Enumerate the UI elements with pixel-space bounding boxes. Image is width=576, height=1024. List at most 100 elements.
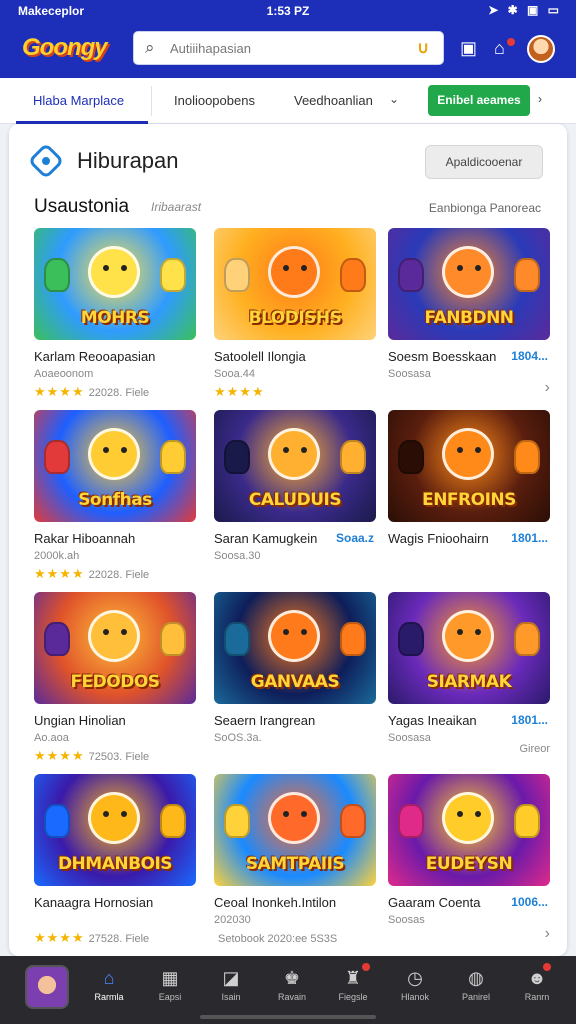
game-thumbnail[interactable]: MOHRS xyxy=(34,228,196,340)
game-logo-text: CALUDUIS xyxy=(248,490,342,510)
chevron-right-icon[interactable]: › xyxy=(538,92,542,106)
game-card[interactable]: SAMTPAIIS Ceoal Inonkeh.Intilon 202030 Seto… xyxy=(214,774,376,949)
nav-item-ravain[interactable]: ♚ Ravain xyxy=(263,966,321,1012)
nav-item-ranrn[interactable]: ☻ Ranrn xyxy=(508,966,566,1012)
game-title[interactable]: Gaaram Coenta xyxy=(388,895,481,910)
section-title: Usaustonia xyxy=(34,196,130,217)
game-card[interactable]: SIARMAK Yagas Ineaikan Soosasa 1801... Gireo… xyxy=(388,592,550,767)
character-face xyxy=(442,792,494,844)
game-card[interactable]: DHMANBOIS Kanaagra Hornosian ★★★★ 27528. Fi… xyxy=(34,774,196,949)
tab-marketplace[interactable]: Hlaba Marplace xyxy=(16,78,148,124)
character-figure xyxy=(224,440,250,474)
app-logo[interactable]: Goongy xyxy=(22,34,108,62)
game-title[interactable]: Wagis Fnioohairn xyxy=(388,531,489,546)
game-thumbnail[interactable]: EUDEYSN xyxy=(388,774,550,886)
game-card[interactable]: EUDEYSN Gaaram Coenta Soosas 1006... › xyxy=(388,774,550,949)
character-figure xyxy=(160,622,186,656)
game-logo-text: Sonfhas xyxy=(78,490,152,510)
card-extra-label[interactable]: Gireor xyxy=(519,743,550,755)
game-title[interactable]: Rakar Hiboannah xyxy=(34,531,135,546)
tab-bar: Hlaba Marplace Inolioopobens Veedhoanlia… xyxy=(0,78,576,124)
game-card[interactable]: FANBDNN Soesm Boesskaan Soosasa 1804... › xyxy=(388,228,550,403)
panel-action-button[interactable]: Apaldicooenar xyxy=(425,145,543,179)
content-panel: Hiburapan Apaldicooenar Usaustonia Iriba… xyxy=(9,124,567,956)
character-face xyxy=(88,246,140,298)
play-icon[interactable]: ▣ xyxy=(460,38,477,59)
game-logo-text: BLODISHS xyxy=(248,308,342,328)
game-thumbnail[interactable]: BLODISHS xyxy=(214,228,376,340)
game-card[interactable]: Sonfhas Rakar Hiboannah 2000k.ah ★★★★ 22028.… xyxy=(34,410,196,585)
chevron-right-icon[interactable]: › xyxy=(545,379,550,397)
game-thumbnail[interactable]: CALUDUIS xyxy=(214,410,376,522)
game-thumbnail[interactable]: DHMANBOIS xyxy=(34,774,196,886)
game-card[interactable]: ENFROINS Wagis Fnioohairn 1801... xyxy=(388,410,550,585)
nav-item-hlanok[interactable]: ◷ Hlanok xyxy=(386,966,444,1012)
search-input[interactable]: ⌕ Autiiihapasian ∪ xyxy=(133,31,444,65)
cart-icon[interactable]: ⌂ xyxy=(494,38,505,59)
game-thumbnail[interactable]: FANBDNN xyxy=(388,228,550,340)
game-title[interactable]: Seaern Irangrean xyxy=(214,713,315,728)
character-figure xyxy=(340,258,366,292)
game-title[interactable]: Ceoal Inonkeh.Intilon xyxy=(214,895,336,910)
nav-item-fiegsle[interactable]: ♜ Fiegsle xyxy=(324,966,382,1012)
nav-item-rarmla[interactable]: ⌂ Rarmla xyxy=(80,966,138,1012)
cart-badge xyxy=(507,38,515,46)
chevron-down-icon[interactable]: ⌄ xyxy=(389,92,399,106)
rating-stars: Setobook 2020:ee 5S3S xyxy=(214,930,337,945)
rating-stars xyxy=(388,930,392,945)
cta-button[interactable]: Enibel aeames xyxy=(428,85,530,116)
game-thumbnail[interactable]: GANVAAS xyxy=(214,592,376,704)
game-thumbnail[interactable]: Sonfhas xyxy=(34,410,196,522)
character-figure xyxy=(160,804,186,838)
game-title[interactable]: Saran Kamugkein xyxy=(214,531,317,546)
game-card[interactable]: GANVAAS Seaern Irangrean SoOS.3a. xyxy=(214,592,376,767)
status-icons: ➤ ✱ ▣ ▭ xyxy=(488,3,562,17)
game-card[interactable]: BLODISHS Satoolell Ilongia Sooa.44 ★★★★ xyxy=(214,228,376,403)
notification-badge xyxy=(362,963,370,971)
search-icon: ⌕ xyxy=(145,38,155,57)
bottom-nav: ⌂ Rarmla ▦ Eapsi ◪ Isain ♚ Ravain ♜ Fiegsle ◷ Hlano… xyxy=(0,956,576,1024)
price-label: 1801... xyxy=(511,531,548,545)
nav-label: Ravain xyxy=(277,992,306,1002)
game-card[interactable]: FEDODOS Ungian Hinolian Ao.aoa ★★★★ 72503. F… xyxy=(34,592,196,767)
character-figure xyxy=(514,258,540,292)
game-logo-text: FANBDNN xyxy=(424,308,514,328)
mic-icon[interactable]: ∪ xyxy=(417,38,429,58)
character-figure xyxy=(160,258,186,292)
game-thumbnail[interactable]: FEDODOS xyxy=(34,592,196,704)
game-card[interactable]: MOHRS Karlam Reooapasian Aoaeoonom ★★★★ 2202… xyxy=(34,228,196,403)
game-subtitle: Soosas xyxy=(388,914,425,926)
rating-stars xyxy=(214,748,218,763)
section-see-all-link[interactable]: Eanbionga Panoreac xyxy=(429,201,541,215)
character-figure xyxy=(398,258,424,292)
game-title[interactable]: Yagas Ineaikan xyxy=(388,713,477,728)
game-thumbnail[interactable]: ENFROINS xyxy=(388,410,550,522)
game-title[interactable]: Soesm Boesskaan xyxy=(388,349,496,364)
game-card[interactable]: CALUDUIS Saran Kamugkein Soosa.30 Soaa.z xyxy=(214,410,376,585)
chevron-right-icon[interactable]: › xyxy=(545,925,550,943)
game-title[interactable]: Ungian Hinolian xyxy=(34,713,126,728)
nav-label: Panirel xyxy=(461,992,490,1002)
profile-badge xyxy=(543,963,551,971)
game-thumbnail[interactable]: SAMTPAIIS xyxy=(214,774,376,886)
nav-item-eapsi[interactable]: ▦ Eapsi xyxy=(141,966,199,1012)
tab-second[interactable]: Inolioopobens xyxy=(174,78,255,124)
character-figure xyxy=(340,804,366,838)
section-subtitle: Iribaarast xyxy=(151,200,202,214)
avatar[interactable] xyxy=(527,35,555,63)
game-title[interactable]: Kanaagra Hornosian xyxy=(34,895,153,910)
game-logo-text: MOHRS xyxy=(80,308,150,328)
game-title[interactable]: Satoolell Ilongia xyxy=(214,349,306,364)
nav-item-isain[interactable]: ◪ Isain xyxy=(202,966,260,1012)
game-logo-text: SIARMAK xyxy=(426,672,512,692)
stars-glyphs: ★★★★ xyxy=(34,384,85,399)
profile-avatar[interactable] xyxy=(25,965,69,1009)
tab-third[interactable]: Veedhoanlian xyxy=(294,78,373,124)
tag-icon: ◪ xyxy=(222,968,240,988)
rating-stars xyxy=(388,748,392,763)
character-face xyxy=(88,792,140,844)
game-title[interactable]: Karlam Reooapasian xyxy=(34,349,155,364)
nav-item-panirel[interactable]: ◍ Panirel xyxy=(447,966,505,1012)
character-face xyxy=(88,428,140,480)
game-thumbnail[interactable]: SIARMAK xyxy=(388,592,550,704)
